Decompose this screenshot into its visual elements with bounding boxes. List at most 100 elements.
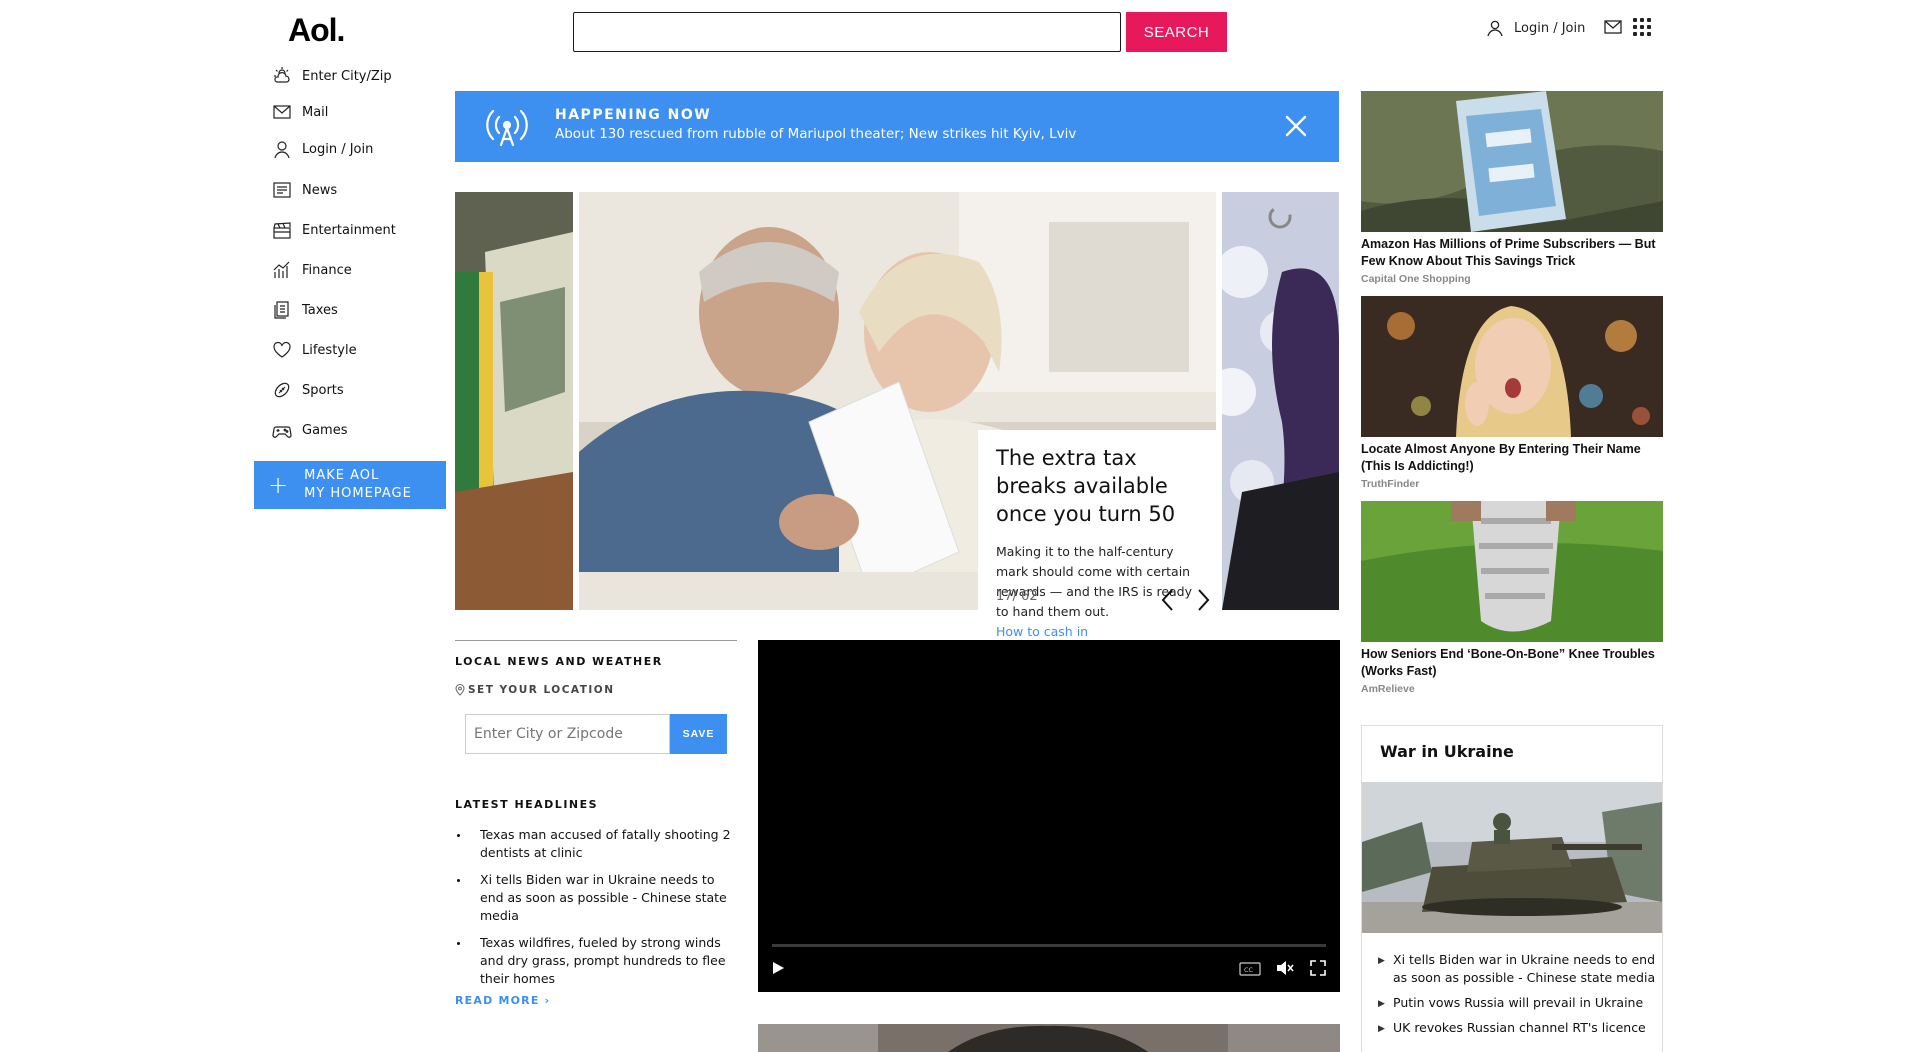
ukraine-headline-item[interactable]: Xi tells Biden war in Ukraine needs to e… (1378, 951, 1660, 987)
zipcode-input[interactable] (465, 714, 670, 754)
nav-item-label: Taxes (302, 302, 338, 318)
apps-grid-icon[interactable] (1633, 18, 1651, 36)
set-location-label[interactable]: SET YOUR LOCATION (455, 684, 737, 696)
clapper-icon (273, 222, 291, 239)
nav-item-label: News (302, 182, 338, 198)
weather-icon (274, 67, 290, 83)
closed-captions-icon[interactable]: CC (1239, 962, 1261, 976)
happening-now-banner[interactable]: HAPPENING NOW About 130 rescued from rub… (455, 91, 1339, 162)
ad-card[interactable]: Amazon Has Millions of Prime Subscribers… (1361, 91, 1663, 285)
nav-item-sports[interactable]: Sports (272, 370, 462, 410)
latest-headlines-heading-wrap: LATEST HEADLINES (455, 798, 737, 811)
carousel-caption[interactable]: The extra tax breaks available once you … (978, 430, 1216, 640)
user-icon (1487, 20, 1503, 37)
nav-item-mail[interactable]: Mail (272, 98, 462, 126)
video-progress-bar[interactable] (772, 944, 1326, 947)
latest-headlines-heading: LATEST HEADLINES (455, 798, 599, 811)
nav-item-label: Enter City/Zip (302, 68, 392, 84)
ad-source: TruthFinder (1361, 478, 1420, 490)
header-login-label: Login / Join (1514, 20, 1586, 36)
heart-icon (273, 341, 291, 358)
read-more-link[interactable]: READ MORE › (455, 994, 550, 1007)
nav-item-label: Login / Join (302, 141, 374, 157)
headline-item[interactable]: Texas wildfires, fueled by strong winds … (455, 934, 740, 988)
nav-item-label: Lifestyle (302, 342, 357, 358)
nav-item-games[interactable]: Games (272, 410, 462, 450)
carousel-next-slide[interactable] (1222, 192, 1339, 610)
nav-item-taxes[interactable]: Taxes (272, 290, 462, 330)
location-pin-icon (455, 684, 465, 696)
mail-icon (273, 105, 291, 119)
fullscreen-icon[interactable] (1310, 960, 1326, 976)
ad-card[interactable]: Locate Almost Anyone By Entering Their N… (1361, 296, 1663, 490)
ukraine-heading[interactable]: War in Ukraine (1380, 742, 1514, 761)
nav-item-login[interactable]: Login / Join (272, 134, 462, 164)
close-icon[interactable] (1283, 113, 1309, 139)
video-player[interactable]: CC (758, 640, 1340, 992)
mute-icon[interactable] (1276, 960, 1294, 976)
left-nav: Enter City/Zip Mail Login / Join News En… (272, 62, 462, 450)
nav-item-label: Mail (302, 104, 329, 120)
homepage-label: MAKE AOL MY HOMEPAGE (304, 468, 412, 501)
headline-item[interactable]: Xi tells Biden war in Ukraine needs to e… (455, 871, 740, 925)
knee-sleeve-image (1361, 501, 1663, 642)
ad-source: AmRelieve (1361, 683, 1415, 695)
headline-item[interactable]: Texas man accused of fatally shooting 2 … (455, 826, 740, 862)
carousel-cta-link[interactable]: How to cash in (996, 624, 1198, 639)
local-news-heading: LOCAL NEWS AND WEATHER (455, 655, 663, 668)
make-homepage-button[interactable]: + MAKE AOL MY HOMEPAGE (254, 461, 446, 509)
plus-icon: + (268, 471, 289, 499)
header-login-link[interactable]: Login / Join (1486, 18, 1585, 38)
gamepad-icon (272, 426, 292, 438)
broadcast-icon (486, 109, 528, 147)
nav-item-news[interactable]: News (272, 170, 462, 210)
ukraine-headline-list: Xi tells Biden war in Ukraine needs to e… (1378, 951, 1660, 1044)
document-icon (274, 301, 289, 319)
ad-source: Capital One Shopping (1361, 273, 1471, 285)
nav-item-label: Sports (302, 382, 344, 398)
video-thumbnail[interactable] (758, 1024, 1340, 1052)
mail-icon[interactable] (1604, 20, 1622, 34)
banner-headline[interactable]: About 130 rescued from rubble of Mariupo… (555, 126, 1076, 142)
local-news-section: LOCAL NEWS AND WEATHER SET YOUR LOCATION (455, 640, 737, 696)
chevron-right-icon[interactable] (1192, 586, 1214, 614)
carousel-prev-slide[interactable] (455, 192, 573, 610)
product-package-image (1361, 91, 1663, 232)
ad-title[interactable]: Amazon Has Millions of Prime Subscribers… (1361, 236, 1663, 270)
news-icon (273, 182, 291, 198)
surprised-woman-image (1361, 296, 1663, 437)
nav-item-weather[interactable]: Enter City/Zip (272, 62, 462, 90)
person-photo-image (758, 1024, 1340, 1052)
ad-image[interactable] (1361, 296, 1663, 437)
save-location-button[interactable]: SAVE (670, 714, 727, 754)
nav-item-label: Finance (302, 262, 352, 278)
ad-title[interactable]: How Seniors End ‘Bone-On-Bone” Knee Trou… (1361, 646, 1663, 680)
money-wallet-image (455, 192, 573, 610)
person-flowers-image (1222, 192, 1339, 610)
search-button[interactable]: SEARCH (1126, 12, 1227, 52)
carousel-title[interactable]: The extra tax breaks available once you … (996, 444, 1198, 528)
ad-image[interactable] (1361, 91, 1663, 232)
divider (455, 640, 737, 641)
user-icon (274, 141, 290, 159)
ukraine-headline-item[interactable]: UK revokes Russian channel RT's licence (1378, 1019, 1660, 1038)
chart-icon (273, 261, 290, 278)
banner-kicker: HAPPENING NOW (555, 107, 712, 123)
headline-list: Texas man accused of fatally shooting 2 … (455, 826, 740, 997)
nav-item-entertainment[interactable]: Entertainment (272, 210, 462, 250)
ad-title[interactable]: Locate Almost Anyone By Entering Their N… (1361, 441, 1663, 475)
nav-item-lifestyle[interactable]: Lifestyle (272, 330, 462, 370)
search-input[interactable] (573, 12, 1121, 52)
nav-item-finance[interactable]: Finance (272, 250, 462, 290)
aol-logo[interactable]: Aol. (288, 12, 345, 49)
ukraine-image[interactable] (1362, 782, 1662, 933)
nav-item-label: Entertainment (302, 222, 396, 238)
nav-item-label: Games (302, 422, 348, 438)
ad-image[interactable] (1361, 501, 1663, 642)
tank-image (1362, 782, 1662, 933)
chevron-left-icon[interactable] (1157, 586, 1179, 614)
svg-text:CC: CC (1244, 966, 1254, 974)
play-icon[interactable] (770, 960, 786, 976)
ukraine-headline-item[interactable]: Putin vows Russia will prevail in Ukrain… (1378, 994, 1660, 1013)
ad-card[interactable]: How Seniors End ‘Bone-On-Bone” Knee Trou… (1361, 501, 1663, 695)
